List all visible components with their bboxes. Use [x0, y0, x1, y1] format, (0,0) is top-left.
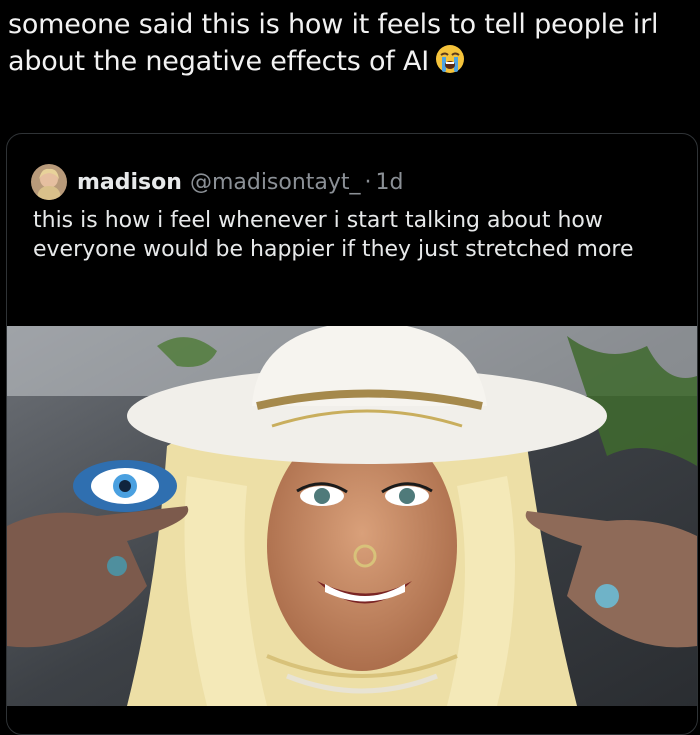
post-text-line-1: someone said this is how it feels to tel…	[8, 9, 659, 40]
loudly-crying-face-icon	[435, 44, 465, 84]
quoted-post-photo[interactable]	[7, 321, 697, 706]
post-text: someone said this is how it feels to tel…	[8, 6, 692, 84]
post-text-line-2-content: about the negative effects of AI	[8, 46, 429, 77]
post-text-line-2: about the negative effects of AI	[8, 43, 692, 84]
avatar[interactable]	[31, 164, 67, 200]
post-timestamp[interactable]: 1d	[376, 170, 404, 195]
quoted-post-header: madison @madisontayt_ · 1d	[31, 164, 404, 200]
separator-dot: ·	[364, 169, 372, 195]
user-handle[interactable]: @madisontayt_	[190, 170, 361, 195]
quoted-post-text: this is how i feel whenever i start talk…	[33, 208, 634, 262]
display-name[interactable]: madison	[77, 170, 182, 195]
quoted-post-card[interactable]: madison @madisontayt_ · 1d this is how i…	[6, 133, 698, 735]
